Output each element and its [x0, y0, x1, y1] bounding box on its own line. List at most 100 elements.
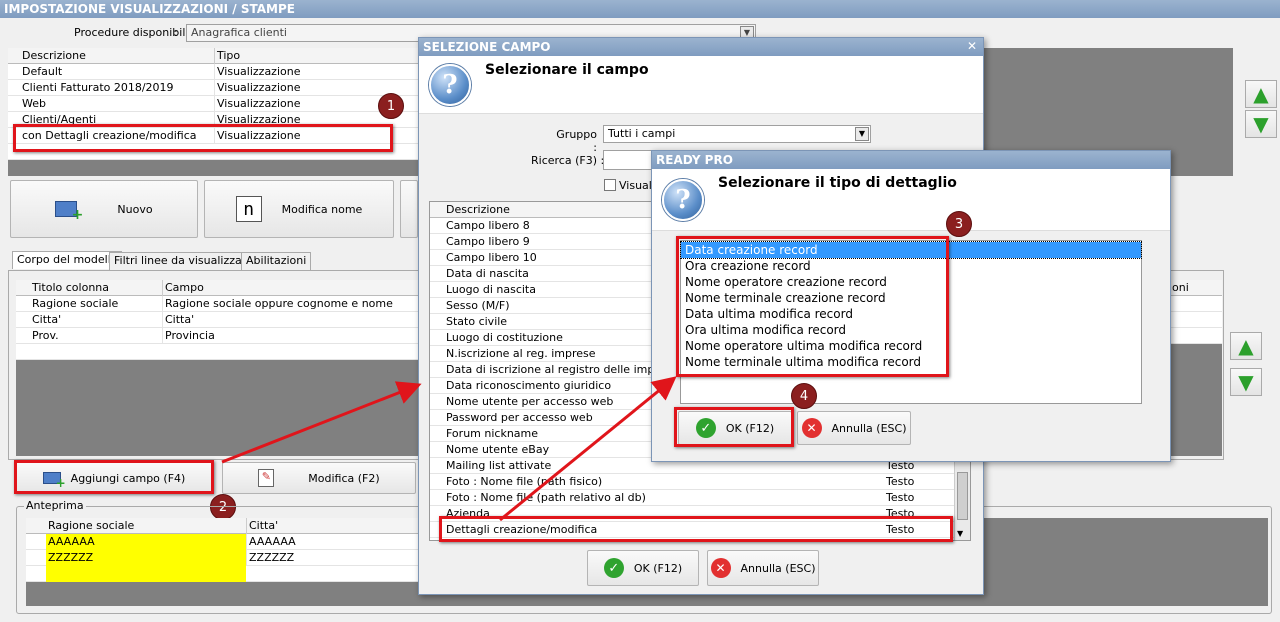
step-badge-1: 1	[378, 93, 404, 119]
cancel-label: Annulla (ESC)	[740, 561, 816, 575]
question-icon: ?	[429, 64, 471, 106]
table-row[interactable]	[1168, 312, 1222, 328]
procedure-value: Anagrafica clienti	[191, 26, 287, 39]
check-icon: ✓	[603, 558, 624, 578]
field-type: Testo	[886, 491, 915, 504]
group-value: Tutti i campi	[608, 127, 676, 140]
preview-label: Anteprima	[24, 499, 86, 512]
table-row[interactable]: Default Visualizzazione	[8, 64, 420, 80]
cell: ZZZZZZ	[46, 550, 246, 566]
search-label: Ricerca (F3) :	[531, 154, 605, 167]
models-header: Descrizione Tipo	[8, 48, 420, 64]
ok-label: OK (F12)	[633, 561, 683, 575]
cell: Citta'	[162, 312, 422, 328]
cell: ZZZZZZ	[246, 550, 416, 566]
cell: AAAAAA	[46, 534, 246, 550]
cell: Clienti Fatturato 2018/2019	[22, 81, 174, 94]
rename-icon: n	[235, 196, 262, 222]
step-badge-3: 3	[946, 211, 972, 237]
show-checkbox-label: Visuali	[619, 179, 655, 192]
cell: Web	[22, 97, 46, 110]
move-up-icon[interactable]: ▲	[1245, 80, 1277, 108]
field-row[interactable]: Foto : Nome file (path fisico) Testo	[430, 474, 970, 490]
close-icon[interactable]: ✕	[967, 39, 977, 53]
table-row[interactable]: Web Visualizzazione	[8, 96, 420, 112]
col-campo: Campo	[162, 280, 422, 296]
highlight-box-4	[674, 407, 794, 447]
select-field-ok-button[interactable]: ✓ OK (F12)	[587, 550, 699, 586]
col-ragione: Ragione sociale	[48, 519, 135, 532]
cell: Default	[22, 65, 63, 78]
right-header: oni	[1168, 280, 1222, 296]
step-badge-4: 4	[791, 383, 817, 409]
col-descrizione: Descrizione	[22, 49, 86, 62]
field-name: Foto : Nome file (path fisico)	[446, 475, 603, 488]
cell: Ragione sociale	[32, 297, 119, 310]
highlight-box-1	[13, 124, 393, 152]
cell: Ragione sociale oppure cognome e nome	[162, 296, 422, 312]
move-down-icon[interactable]: ▼	[1245, 110, 1277, 138]
right-header-text: oni	[1172, 281, 1189, 294]
move-up-icon[interactable]: ▲	[1230, 332, 1262, 360]
select-field-title: SELEZIONE CAMPO	[423, 40, 551, 54]
main-title: IMPOSTAZIONE VISUALIZZAZIONI / STAMPE	[4, 2, 295, 16]
edit-button[interactable]: ✎ Modifica (F2)	[222, 462, 416, 494]
rename-label: Modifica nome	[281, 202, 363, 216]
cell: Citta'	[32, 313, 62, 326]
select-field-header: ? Selezionare il campo	[419, 56, 983, 114]
tab-filtri-linee[interactable]: Filtri linee da visualizzare	[109, 252, 258, 270]
table-row[interactable]: Clienti Fatturato 2018/2019 Visualizzazio…	[8, 80, 420, 96]
col-tipo: Tipo	[214, 48, 414, 64]
cell: Provincia	[162, 328, 422, 344]
show-checkbox[interactable]	[604, 179, 616, 191]
table-row[interactable]	[1168, 328, 1222, 344]
detail-type-title-bar: READY PRO	[652, 151, 1170, 169]
select-field-cancel-button[interactable]: ✕ Annulla (ESC)	[707, 550, 819, 586]
move-down-icon[interactable]: ▼	[1230, 368, 1262, 396]
field-type: Testo	[886, 475, 915, 488]
body-table: Titolo colonna Campo Ragione sociale Ragi…	[16, 280, 418, 360]
table-row[interactable]: Citta' Citta'	[16, 312, 418, 328]
table-row: ZZZZZZ ZZZZZZ	[26, 550, 418, 566]
detail-cancel-button[interactable]: ✕ Annulla (ESC)	[797, 411, 911, 445]
preview-table: Ragione sociale Citta' AAAAAA AAAAAA ZZZZ…	[26, 518, 418, 582]
cancel-label: Annulla (ESC)	[831, 421, 907, 435]
col-titolo: Titolo colonna	[32, 281, 110, 294]
cell: Prov.	[32, 329, 59, 342]
edit-pencil-icon: ✎	[258, 469, 275, 487]
body-header: Titolo colonna Campo	[16, 280, 418, 296]
group-select[interactable]: Tutti i campi ▼	[603, 125, 871, 143]
new-button[interactable]: + Nuovo	[10, 180, 198, 238]
table-row[interactable]	[1168, 296, 1222, 312]
table-row: AAAAAA AAAAAA	[26, 534, 418, 550]
edit-label: Modifica (F2)	[308, 471, 380, 485]
cancel-icon: ✕	[710, 558, 731, 578]
rename-button[interactable]: n Modifica nome	[204, 180, 394, 238]
cell	[46, 566, 246, 582]
highlight-box-3	[676, 236, 949, 377]
highlight-box-2	[14, 460, 214, 494]
table-row[interactable]: Prov. Provincia	[16, 328, 418, 344]
add-window-icon: +	[55, 201, 83, 223]
question-icon: ?	[662, 179, 704, 221]
tab-corpo-modello[interactable]: Corpo del modello	[12, 251, 123, 269]
field-row[interactable]: Foto : Nome file (path relativo al db) Te…	[430, 490, 970, 506]
detail-type-header: ? Selezionare il tipo di dettaglio	[652, 169, 1170, 231]
col-citta: Citta'	[246, 518, 416, 534]
cancel-icon: ✕	[801, 418, 822, 438]
chevron-down-icon[interactable]: ▼	[855, 127, 869, 141]
tab-abilitazioni[interactable]: Abilitazioni	[241, 252, 312, 270]
procedure-label: Procedure disponibili	[74, 26, 189, 39]
hidden-button-edge[interactable]	[400, 180, 418, 238]
table-row	[26, 566, 418, 582]
scrollbar-thumb[interactable]	[957, 472, 968, 520]
table-row[interactable]	[16, 344, 418, 360]
field-name: Foto : Nome file (path relativo al db)	[446, 491, 646, 504]
preview-header: Ragione sociale Citta'	[26, 518, 418, 534]
select-field-heading: Selezionare il campo	[485, 62, 649, 78]
cell: Visualizzazione	[214, 64, 414, 80]
detail-type-title: READY PRO	[656, 153, 733, 167]
highlight-box-field	[439, 516, 953, 542]
scroll-down-icon[interactable]: ▼	[957, 529, 963, 538]
table-row[interactable]: Ragione sociale Ragione sociale oppure co…	[16, 296, 418, 312]
